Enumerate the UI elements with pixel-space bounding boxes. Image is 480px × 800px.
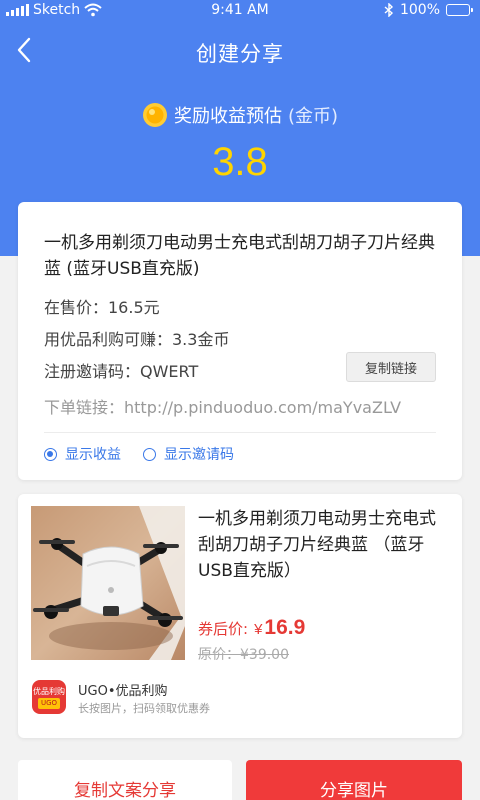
order-link-line: 下单链接：http://p.pinduoduo.com/maYvaZLV: [44, 398, 402, 417]
product-title: 一机多用剃须刀电动男士充电式刮胡刀胡子刀片经典蓝 （蓝牙USB直充版）: [198, 509, 436, 581]
battery-percent: 100%: [399, 2, 440, 18]
navigation-bar: 创建分享: [0, 28, 480, 72]
brand-logo: 优品利购 UGO: [32, 680, 66, 714]
divider: [44, 432, 436, 433]
reward-estimate-label: 奖励收益预估 (金币): [0, 102, 480, 128]
status-bar: Sketch 9:41 AM 100%: [0, 0, 480, 22]
copy-link-button[interactable]: 复制链接: [346, 352, 436, 382]
earn-line: 用优品利购可赚：3.3金币: [44, 330, 230, 349]
invite-code-line: 注册邀请码：QWERT: [44, 362, 199, 381]
brand-tip: 长按图片，扫码领取优惠券: [78, 702, 210, 715]
share-image-card: 一机多用剃须刀电动男士充电式刮胡刀胡子刀片经典蓝 （蓝牙USB直充版） 券后价:…: [18, 494, 462, 738]
page-title: 创建分享: [196, 42, 284, 66]
drone-image: [31, 506, 185, 660]
show-earnings-radio[interactable]: 显示收益: [44, 444, 121, 464]
coupon-price-label: 券后价:: [198, 620, 249, 638]
brand-logo-text: 优品利购: [33, 686, 65, 696]
copy-text-share-button[interactable]: 复制文案分享: [18, 760, 232, 800]
currency-symbol: ¥: [254, 621, 263, 638]
create-share-screen: Sketch 9:41 AM 100% 创建分享 奖励收益预估 (金币) 3.8…: [0, 0, 480, 800]
coupon-price-value: ¥16.9: [254, 616, 305, 640]
share-text-card: 一机多用剃须刀电动男士充电式刮胡刀胡子刀片经典蓝 (蓝牙USB直充版) 在售价：…: [18, 202, 462, 480]
brand-logo-tag: UGO: [37, 697, 61, 709]
reward-value: 3.8: [212, 140, 268, 184]
status-right: 100%: [384, 2, 473, 18]
show-invite-code-radio[interactable]: 显示邀请码: [143, 444, 234, 464]
coupon-price: 券后价: ¥16.9: [198, 616, 305, 640]
show-invite-code-label: 显示邀请码: [164, 447, 234, 463]
radio-checked-icon: [44, 447, 57, 461]
reward-label-suffix: (金币): [287, 106, 339, 127]
reward-label-text: 奖励收益预估: [173, 106, 282, 127]
radio-unchecked-icon: [143, 447, 156, 461]
share-product-title: 一机多用剃须刀电动男士充电式刮胡刀胡子刀片经典蓝 (蓝牙USB直充版): [44, 233, 435, 279]
bluetooth-icon: [384, 3, 393, 17]
brand-name: UGO•优品利购: [78, 684, 168, 699]
coupon-price-number: 16.9: [264, 616, 306, 639]
battery-icon: [446, 4, 473, 16]
sale-price-line: 在售价：16.5元: [44, 298, 160, 317]
original-price: 原价：¥39.00: [198, 647, 289, 663]
display-options: 显示收益 显示邀请码: [44, 444, 234, 464]
coin-icon: [142, 103, 167, 127]
share-image-button[interactable]: 分享图片: [246, 760, 462, 800]
product-image: [31, 506, 185, 660]
show-earnings-label: 显示收益: [65, 447, 121, 463]
